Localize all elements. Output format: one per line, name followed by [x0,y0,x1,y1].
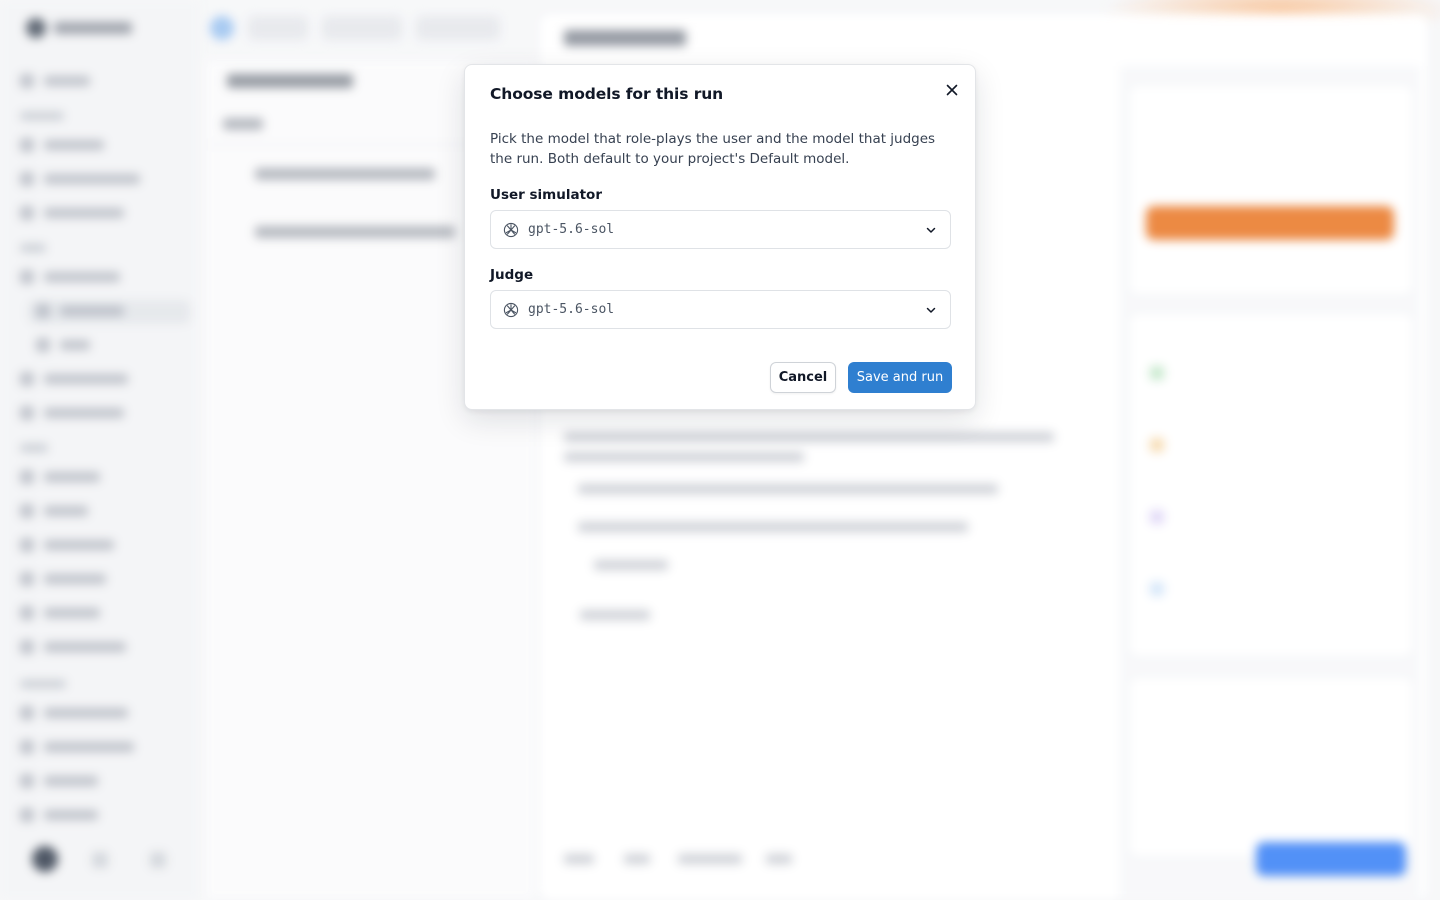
user-simulator-label: User simulator [490,187,602,203]
close-icon [946,84,958,96]
dialog-title: Choose models for this run [490,85,724,103]
judge-value: gpt-5.6-sol [528,302,615,317]
cancel-button[interactable]: Cancel [770,362,836,393]
openai-icon [503,302,519,318]
chevron-down-icon [926,307,936,313]
user-simulator-select[interactable]: gpt-5.6-sol [490,210,951,249]
chevron-down-icon [926,227,936,233]
close-button[interactable] [941,79,963,101]
judge-select[interactable]: gpt-5.6-sol [490,290,951,329]
choose-models-dialog: Choose models for this run Pick the mode… [464,64,976,410]
dialog-description: Pick the model that role-plays the user … [490,131,936,167]
user-simulator-value: gpt-5.6-sol [528,222,615,237]
openai-icon [503,222,519,238]
save-and-run-button[interactable]: Save and run [848,362,952,393]
judge-label: Judge [490,267,534,283]
